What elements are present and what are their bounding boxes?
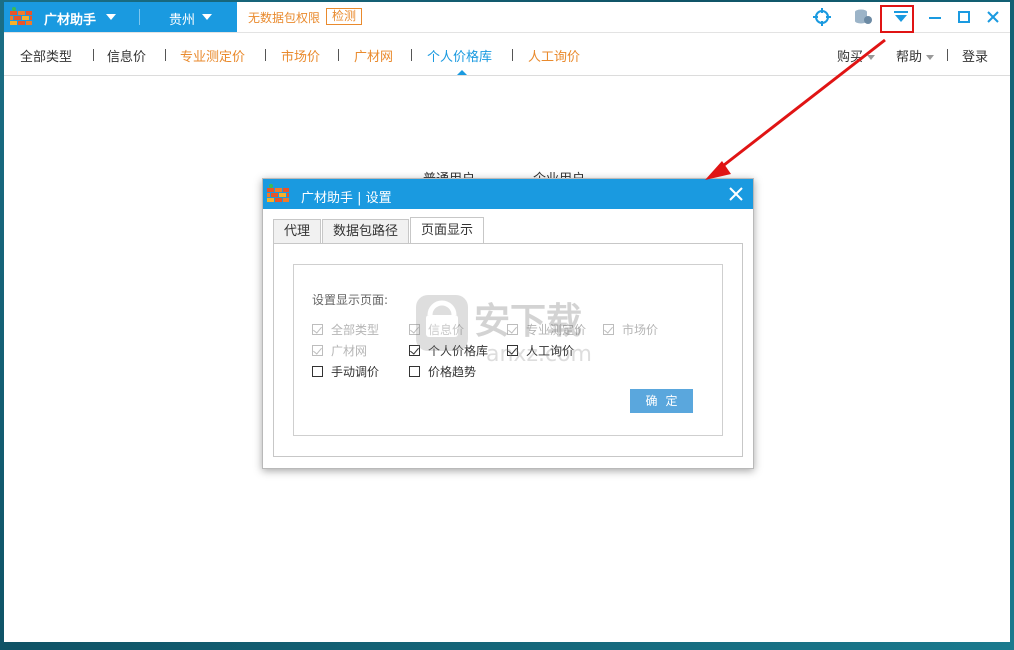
annotation-arrow [705, 38, 886, 180]
